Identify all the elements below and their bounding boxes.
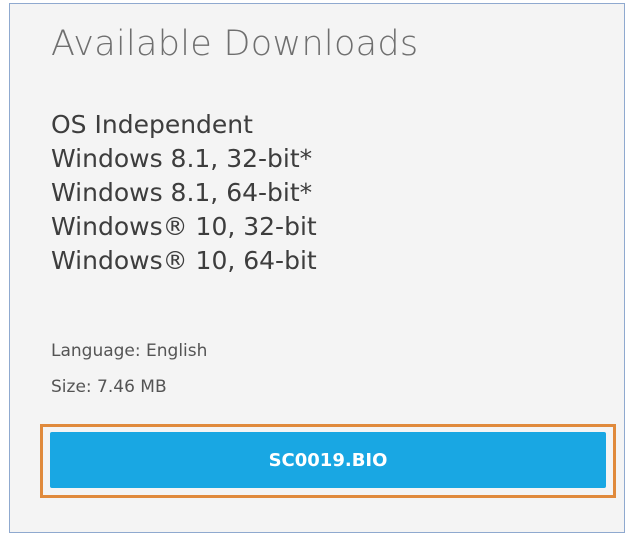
os-item: Windows 8.1, 32-bit* xyxy=(51,144,313,173)
panel-title: Available Downloads xyxy=(51,24,419,64)
language-label: Language: English xyxy=(51,341,208,361)
download-button[interactable]: SC0019.BIO xyxy=(50,432,606,488)
os-item: Windows® 10, 32-bit xyxy=(51,212,317,241)
available-downloads-panel: Available Downloads OS Independent Windo… xyxy=(9,3,625,533)
os-item: Windows 8.1, 64-bit* xyxy=(51,178,313,207)
os-item: OS Independent xyxy=(51,110,253,139)
os-list: OS Independent Windows 8.1, 32-bit* Wind… xyxy=(51,108,317,278)
os-item: Windows® 10, 64-bit xyxy=(51,246,317,275)
file-size-label: Size: 7.46 MB xyxy=(51,377,167,397)
